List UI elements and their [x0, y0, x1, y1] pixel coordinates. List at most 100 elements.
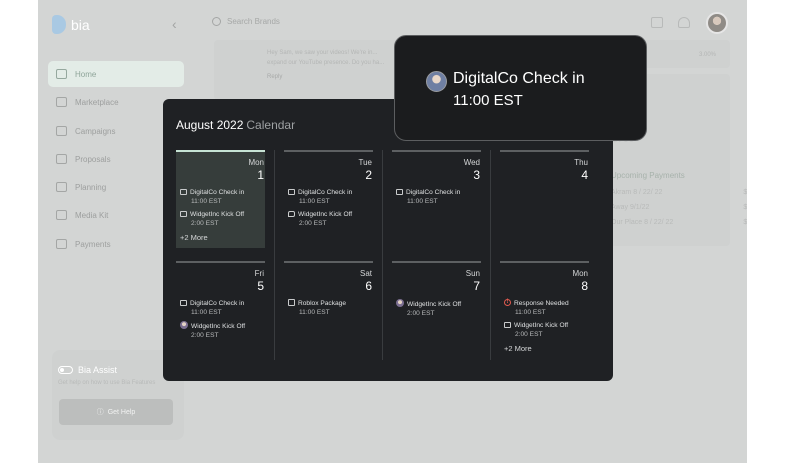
calendar-day-4[interactable]: Thu 4: [500, 150, 589, 248]
payment-payee: Akram 8 / 22/ 22: [611, 189, 662, 196]
calendar-event[interactable]: Roblox Package 11:00 EST: [288, 299, 346, 317]
mail-icon: [180, 189, 187, 195]
day-number: 4: [581, 168, 588, 182]
event-title: WidgetInc Kick Off: [298, 211, 353, 218]
event-title: Roblox Package: [298, 300, 347, 307]
day-number: 6: [365, 279, 372, 293]
day-divider: [176, 150, 265, 152]
day-name: Sun: [465, 269, 480, 278]
payment-name: Akram: [611, 189, 632, 196]
logo-mark-icon: [52, 15, 66, 34]
event-title: WidgetInc Kick Off: [514, 322, 569, 329]
payment-row[interactable]: Our Place 8 / 22/ 22 $340: [611, 219, 747, 226]
bia-assist-title: Bia Assist: [78, 365, 118, 375]
chat-icon: [288, 211, 295, 217]
stat-percent: 3.00%: [699, 52, 717, 58]
logo-text: bia: [71, 16, 90, 33]
calendar-event[interactable]: WidgetInc Kick Off 2:00 EST: [180, 210, 244, 228]
event-time: 2:00 EST: [191, 220, 219, 227]
day-divider: [284, 261, 373, 263]
day-number: 8: [581, 279, 588, 293]
day-name: Sat: [359, 269, 372, 278]
event-time: 11:00 EST: [407, 198, 438, 205]
sidebar-item-label: Marketplace: [75, 97, 119, 107]
day-divider: [392, 261, 481, 263]
media-kit-icon: [56, 210, 67, 220]
avatar-icon: [180, 321, 188, 329]
event-title: WidgetInc Kick Off: [407, 301, 462, 308]
get-help-label: Get Help: [107, 408, 136, 416]
mail-icon: [504, 322, 511, 328]
calendar-event[interactable]: WidgetInc Kick Off 2:00 EST: [396, 299, 461, 318]
wallet-icon: [56, 239, 67, 249]
day-divider: [284, 150, 373, 152]
more-events-link[interactable]: +2 More: [180, 233, 208, 242]
get-help-button[interactable]: ⓘ Get Help: [59, 399, 173, 425]
message-preview-line1: Hey Sam, we saw your videos! We're in...: [267, 50, 378, 56]
event-time: 2:00 EST: [515, 331, 543, 338]
day-name: Mon: [248, 158, 264, 167]
event-time: 11:00 EST: [191, 198, 222, 205]
column-separator: [382, 150, 383, 360]
document-icon: [56, 154, 67, 164]
payment-date: 8 / 22/ 22: [633, 189, 663, 196]
payment-row[interactable]: Away 9/1/22 $400: [611, 204, 747, 211]
calendar-day-3[interactable]: Wed 3 DigitalCo Check in 11:00 EST: [392, 150, 481, 248]
event-time: 11:00 EST: [299, 309, 330, 316]
calendar-event[interactable]: DigitalCo Check in 11:00 EST: [180, 188, 244, 206]
calendar-event[interactable]: DigitalCo Check in 11:00 EST: [288, 188, 352, 206]
payment-amount: $400: [743, 204, 747, 211]
user-avatar[interactable]: [706, 12, 728, 34]
calendar-day-1[interactable]: Mon 1 DigitalCo Check in 11:00 EST WidgetInc…: [176, 150, 265, 248]
column-separator: [274, 150, 275, 360]
payment-date: 9/1/22: [629, 204, 650, 211]
event-popup[interactable]: DigitalCo Check in 11:00 EST: [394, 35, 647, 141]
messages-icon[interactable]: [651, 17, 663, 28]
event-title: WidgetInc Kick Off: [191, 323, 246, 330]
sidebar-item-label: Payments: [75, 239, 111, 249]
day-name: Mon: [572, 269, 588, 278]
calendar-event[interactable]: WidgetInc Kick Off 2:00 EST: [288, 210, 352, 228]
notification-bell-icon[interactable]: [678, 17, 690, 28]
calendar-event[interactable]: DigitalCo Check in 11:00 EST: [180, 299, 244, 317]
sidebar-item-label: Home: [75, 69, 97, 79]
search-placeholder: Search Brands: [227, 17, 280, 26]
payment-row[interactable]: Akram 8 / 22/ 22 $200: [611, 189, 747, 196]
event-time: 2:00 EST: [299, 220, 327, 227]
day-number: 1: [257, 168, 264, 182]
day-name: Tue: [358, 158, 373, 167]
day-number: 7: [473, 279, 480, 293]
logo[interactable]: bia: [52, 15, 90, 34]
event-title: DigitalCo Check in: [190, 189, 245, 196]
reply-link[interactable]: Reply: [267, 74, 282, 80]
event-title: Response Needed: [514, 300, 569, 307]
sidebar-item-home[interactable]: Home: [48, 61, 184, 87]
calendar-modal: August 2022 Calendar Mon 1 DigitalCo Check …: [163, 99, 613, 381]
day-name: Wed: [463, 158, 480, 167]
mail-icon: [396, 189, 403, 195]
calendar-month: August 2022: [176, 118, 244, 132]
calendar-day-6[interactable]: Sat 6 Roblox Package 11:00 EST: [284, 261, 373, 359]
collapse-sidebar-icon[interactable]: ‹: [172, 16, 177, 32]
event-popup-time: 11:00 EST: [453, 92, 523, 109]
calendar-event[interactable]: WidgetInc Kick Off 2:00 EST: [180, 321, 245, 340]
event-time: 11:00 EST: [299, 198, 330, 205]
calendar-day-7[interactable]: Sun 7 WidgetInc Kick Off 2:00 EST: [392, 261, 481, 359]
calendar-day-5[interactable]: Fri 5 DigitalCo Check in 11:00 EST WidgetInc…: [176, 261, 265, 359]
event-title: WidgetInc Kick Off: [190, 211, 245, 218]
event-avatar: [426, 71, 447, 92]
bia-assist-toggle[interactable]: [58, 366, 73, 374]
payment-name: Away: [611, 204, 628, 211]
calendar-day-8[interactable]: Mon8 Response Needed 11:00 EST WidgetInc Ki…: [500, 261, 589, 359]
calendar-event[interactable]: Response Needed 11:00 EST: [504, 298, 569, 317]
day-name: Thu: [574, 158, 588, 167]
day-number: 3: [473, 168, 480, 182]
payment-payee: Our Place 8 / 22/ 22: [611, 219, 673, 226]
sidebar-item-label: Proposals: [75, 154, 111, 164]
calendar-day-2[interactable]: Tue 2 DigitalCo Check in 11:00 EST WidgetInc…: [284, 150, 373, 248]
calendar-event[interactable]: WidgetInc Kick Off 2:00 EST: [504, 321, 568, 339]
calendar-event[interactable]: DigitalCo Check in 11:00 EST: [396, 188, 460, 206]
payment-payee: Away 9/1/22: [611, 204, 649, 211]
more-events-link[interactable]: +2 More: [504, 344, 532, 353]
search-bar[interactable]: Search Brands: [212, 17, 280, 26]
